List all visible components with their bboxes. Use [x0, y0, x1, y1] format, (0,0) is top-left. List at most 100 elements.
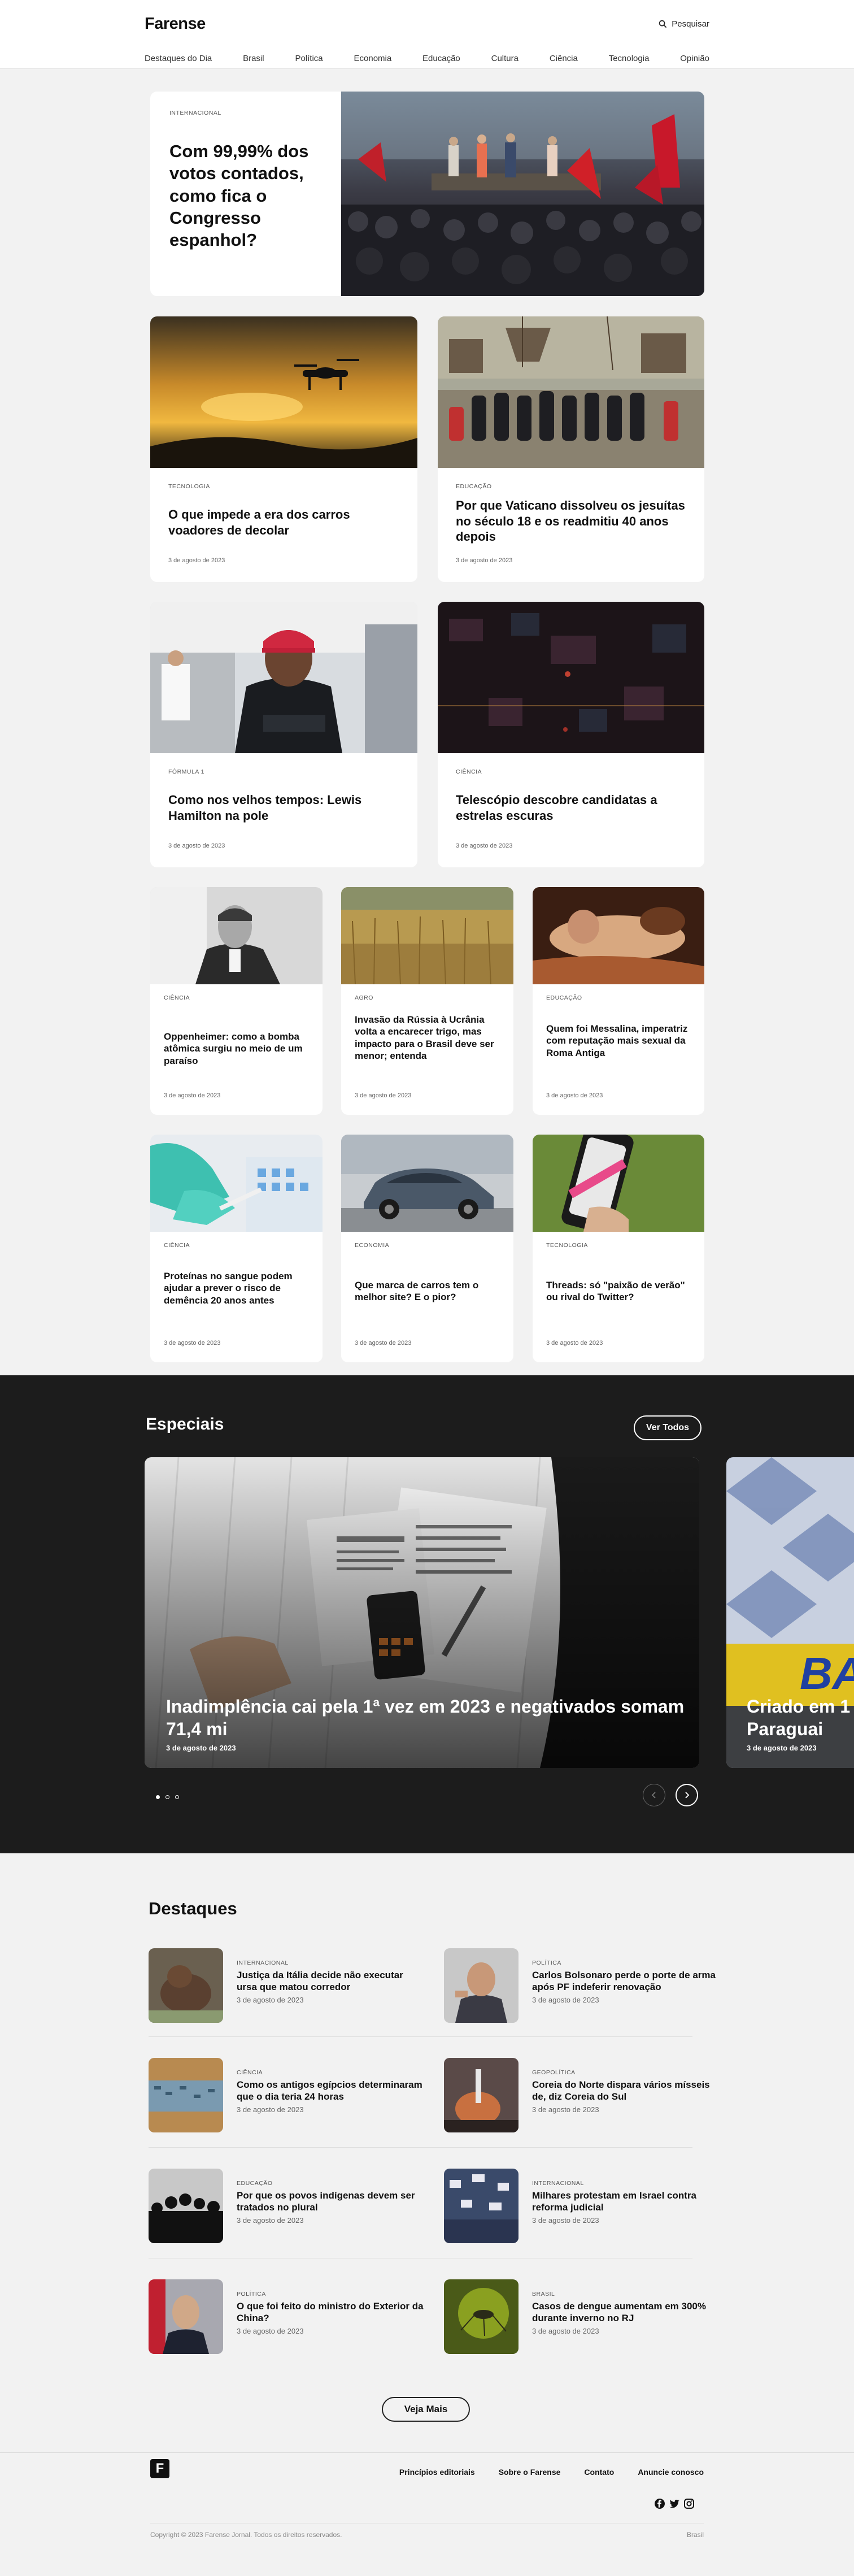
social-links	[654, 2498, 695, 2512]
messalina-image	[533, 887, 704, 984]
list-item-title: Carlos Bolsonaro perde o porte de arma a…	[532, 1970, 716, 1993]
footer-link-contato[interactable]: Contato	[584, 2468, 614, 2477]
article-card[interactable]: FÓRMULA 1 Como nos velhos tempos: Lewis …	[150, 602, 417, 867]
list-item-title: Justiça da Itália decide não executar ur…	[237, 1970, 403, 1993]
nav-tecnologia[interactable]: Tecnologia	[609, 54, 650, 63]
article-card[interactable]: EDUCAÇÃO Quem foi Messalina, imperatriz …	[533, 887, 704, 1115]
divider	[149, 2147, 692, 2148]
article-title: Proteínas no sangue podem ajudar a preve…	[164, 1271, 293, 1306]
minister-image	[149, 2279, 223, 2354]
article-title: Threads: só "paixão de verão" ou rival d…	[546, 1280, 685, 1303]
list-item[interactable]: CIÊNCIA Como os antigos egípcios determin…	[149, 2058, 425, 2134]
lab-image	[150, 1135, 323, 1232]
footer-link-principios[interactable]: Princípios editoriais	[399, 2468, 475, 2477]
list-item[interactable]: INTERNACIONAL Milhares protestam em Israe…	[444, 2169, 721, 2244]
article-title: Invasão da Rússia à Ucrânia volta a enca…	[355, 1014, 494, 1061]
carousel-slide[interactable]: Inadimplência cai pela 1ª vez em 2023 e …	[145, 1457, 699, 1768]
slide-date: 3 de agosto de 2023	[747, 1744, 817, 1752]
article-category: TECNOLOGIA	[168, 483, 210, 490]
site-logo[interactable]: Farense	[145, 15, 206, 33]
top-bar: Farense Pesquisar	[0, 0, 854, 47]
article-card[interactable]: TECNOLOGIA Threads: só "paixão de verão"…	[533, 1135, 704, 1362]
article-card[interactable]: CIÊNCIA Oppenheimer: como a bomba atômic…	[150, 887, 323, 1115]
list-item[interactable]: EDUCAÇÃO Por que os povos indígenas devem…	[149, 2169, 425, 2244]
nav-destaques-do-dia[interactable]: Destaques do Dia	[145, 54, 212, 63]
list-item[interactable]: POLÍTICA O que foi feito do ministro do E…	[149, 2279, 425, 2355]
list-item-date: 3 de agosto de 2023	[532, 1995, 599, 2004]
instagram-icon[interactable]	[683, 2498, 695, 2512]
list-item[interactable]: GEOPOLÍTICA Coreia do Norte dispara vário…	[444, 2058, 721, 2134]
article-title: Como nos velhos tempos: Lewis Hamilton n…	[168, 793, 362, 823]
nav-politica[interactable]: Política	[295, 54, 323, 63]
news-grid: INTERNACIONAL Com 99,99% dos votos conta…	[0, 69, 854, 1375]
divider	[149, 2036, 692, 2037]
slide-date: 3 de agosto de 2023	[166, 1744, 236, 1752]
nav-brasil[interactable]: Brasil	[243, 54, 264, 63]
carousel-next-button[interactable]	[676, 1784, 698, 1806]
space-image	[438, 602, 704, 753]
article-date: 3 de agosto de 2023	[456, 842, 513, 849]
article-card[interactable]: ECONOMIA Que marca de carros tem o melho…	[341, 1135, 513, 1362]
article-category: CIÊNCIA	[456, 768, 482, 775]
article-date: 3 de agosto de 2023	[355, 1092, 412, 1099]
article-card[interactable]: EDUCAÇÃO Por que Vaticano dissolveu os j…	[438, 316, 704, 582]
list-item-category: POLÍTICA	[237, 2291, 266, 2297]
especiais-title: Especiais	[146, 1415, 224, 1433]
footer-logo[interactable]: F	[150, 2459, 169, 2478]
carousel-slide-next[interactable]: BA Criado em 1Paraguai 3 de agosto de 20…	[726, 1457, 854, 1768]
nav-cultura[interactable]: Cultura	[491, 54, 518, 63]
mosquito-image	[444, 2279, 518, 2354]
hero-image	[341, 92, 704, 296]
list-item-date: 3 de agosto de 2023	[237, 2326, 304, 2335]
nav-opiniao[interactable]: Opinião	[680, 54, 709, 63]
slide-title-line1: Criado em 1	[747, 1696, 851, 1717]
article-category: TECNOLOGIA	[546, 1242, 588, 1249]
veja-mais-button[interactable]: Veja Mais	[382, 2397, 470, 2422]
destaques-title: Destaques	[149, 1899, 237, 1918]
bear-image	[149, 1948, 223, 2023]
article-card[interactable]: CIÊNCIA Proteínas no sangue podem ajudar…	[150, 1135, 323, 1362]
article-category: CIÊNCIA	[164, 1242, 190, 1249]
article-title: Telescópio descobre candidatas a estrela…	[456, 793, 657, 823]
carousel-dot[interactable]	[175, 1795, 179, 1799]
article-date: 3 de agosto de 2023	[164, 1340, 221, 1346]
facebook-icon[interactable]	[654, 2498, 665, 2512]
twitter-icon[interactable]	[669, 2498, 680, 2512]
search-button[interactable]: Pesquisar	[659, 19, 709, 29]
article-category: EDUCAÇÃO	[546, 994, 582, 1001]
article-card[interactable]: CIÊNCIA Telescópio descobre candidatas a…	[438, 602, 704, 867]
article-category: AGRO	[355, 994, 373, 1001]
nav-educacao[interactable]: Educação	[422, 54, 460, 63]
nav-economia[interactable]: Economia	[354, 54, 392, 63]
ver-todos-button[interactable]: Ver Todos	[634, 1415, 702, 1440]
article-card[interactable]: TECNOLOGIA O que impede a era dos carros…	[150, 316, 417, 582]
footer-link-sobre[interactable]: Sobre o Farense	[499, 2468, 561, 2477]
hero-card[interactable]: INTERNACIONAL Com 99,99% dos votos conta…	[150, 92, 704, 296]
driver-image	[150, 602, 417, 753]
hero-title: Com 99,99% dos votos contados, como fica…	[169, 141, 309, 250]
painting-image	[438, 316, 704, 468]
article-card[interactable]: AGRO Invasão da Rússia à Ucrânia volta a…	[341, 887, 513, 1115]
nav-ciencia[interactable]: Ciência	[550, 54, 578, 63]
list-item-date: 3 de agosto de 2023	[237, 1995, 304, 2004]
list-item[interactable]: POLÍTICA Carlos Bolsonaro perde o porte d…	[444, 1948, 721, 2024]
carousel-prev-button[interactable]	[643, 1784, 665, 1806]
carousel-dot[interactable]	[156, 1795, 160, 1799]
list-item-date: 3 de agosto de 2023	[532, 2326, 599, 2335]
carousel-dot[interactable]	[165, 1795, 169, 1799]
list-item[interactable]: INTERNACIONAL Justiça da Itália decide nã…	[149, 1948, 425, 2024]
list-item-category: INTERNACIONAL	[237, 1960, 289, 1966]
article-date: 3 de agosto de 2023	[355, 1340, 412, 1346]
article-category: CIÊNCIA	[164, 994, 190, 1001]
list-item-title: O que foi feito do ministro do Exterior …	[237, 2301, 424, 2324]
chevron-left-icon	[651, 1792, 656, 1799]
article-date: 3 de agosto de 2023	[546, 1340, 603, 1346]
article-category: ECONOMIA	[355, 1242, 390, 1249]
list-item-category: BRASIL	[532, 2291, 555, 2297]
list-item-category: EDUCAÇÃO	[237, 2180, 273, 2187]
article-date: 3 de agosto de 2023	[546, 1092, 603, 1099]
article-category: EDUCAÇÃO	[456, 483, 492, 490]
copyright-text: Copyright © 2023 Farense Jornal. Todos o…	[150, 2531, 342, 2539]
footer-link-anuncie[interactable]: Anuncie conosco	[638, 2468, 704, 2477]
list-item[interactable]: BRASIL Casos de dengue aumentam em 300% d…	[444, 2279, 721, 2355]
